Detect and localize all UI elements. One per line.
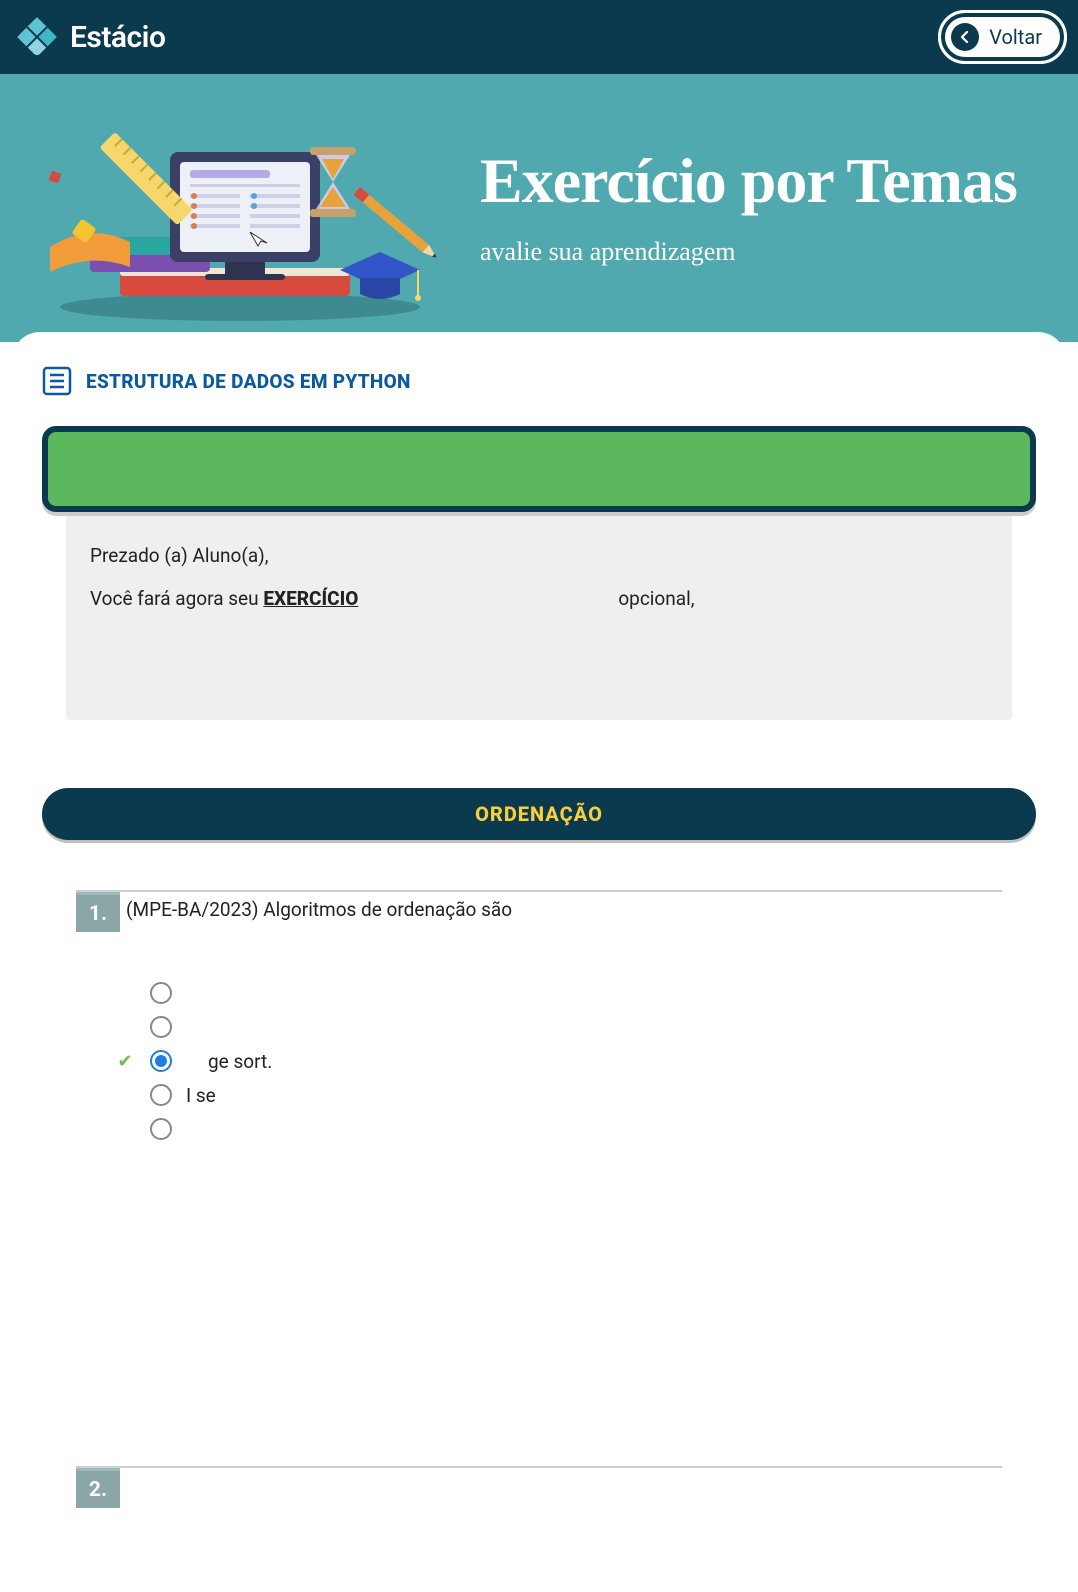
radio-icon[interactable] [150, 1084, 172, 1106]
option-label: I se [186, 1084, 216, 1107]
main-card: ESTRUTURA DE DADOS EM PYTHON Prezado (a)… [12, 332, 1066, 1592]
course-header: ESTRUTURA DE DADOS EM PYTHON [42, 366, 1036, 396]
page-subtitle: avalie sua aprendizagem [480, 237, 1017, 267]
intro-prefix: Você fará agora seu [90, 587, 263, 610]
list-icon [42, 366, 72, 396]
topic-label: ORDENAÇÃO [475, 802, 603, 826]
chevron-left-icon [951, 23, 979, 51]
course-title: ESTRUTURA DE DADOS EM PYTHON [86, 370, 411, 393]
page-title: Exercício por Temas [480, 147, 1017, 214]
question-number: 1. [76, 892, 120, 932]
back-button-label: Voltar [989, 25, 1042, 49]
intro-exercise-word: EXERCÍCIO [263, 587, 358, 610]
radio-icon[interactable] [150, 1016, 172, 1038]
check-icon: ✔ [114, 1051, 136, 1072]
question-text: (MPE-BA/2023) Algoritmos de ordenação sã… [126, 892, 512, 921]
question-header: 1. (MPE-BA/2023) Algoritmos de ordenação… [76, 890, 1002, 932]
brand-logo: Estácio [14, 14, 165, 60]
radio-icon[interactable] [150, 1118, 172, 1140]
status-banner [42, 426, 1036, 512]
intro-suffix: opcional, [618, 587, 694, 610]
hero-text: Exercício por Temas avalie sua aprendiza… [480, 147, 1017, 266]
topic-pill: ORDENAÇÃO [42, 788, 1036, 840]
question-number: 2. [76, 1468, 120, 1508]
radio-icon[interactable] [150, 1050, 172, 1072]
radio-icon[interactable] [150, 982, 172, 1004]
question-2: 2. [42, 1466, 1036, 1508]
options-list: ✔ ge sort. I se [114, 976, 1002, 1146]
option-row[interactable] [114, 1010, 1002, 1044]
back-button[interactable]: Voltar [941, 13, 1064, 61]
option-row[interactable]: ✔ ge sort. [114, 1044, 1002, 1078]
brand-name: Estácio [70, 20, 165, 55]
intro-line2: Você fará agora seu EXERCÍCIO opcional, [90, 587, 988, 610]
estacio-logo-icon [14, 14, 60, 60]
question-1: 1. (MPE-BA/2023) Algoritmos de ordenação… [42, 890, 1036, 1146]
hero-illustration [30, 92, 450, 322]
intro-greeting: Prezado (a) Aluno(a), [90, 544, 988, 567]
question-header: 2. [76, 1466, 1002, 1508]
intro-box: Prezado (a) Aluno(a), Você fará agora se… [66, 516, 1012, 720]
hero-banner: Exercício por Temas avalie sua aprendiza… [0, 74, 1078, 342]
option-row[interactable] [114, 976, 1002, 1010]
option-row[interactable]: I se [114, 1078, 1002, 1112]
option-label: ge sort. [186, 1050, 272, 1073]
option-row[interactable] [114, 1112, 1002, 1146]
top-bar: Estácio Voltar [0, 0, 1078, 74]
